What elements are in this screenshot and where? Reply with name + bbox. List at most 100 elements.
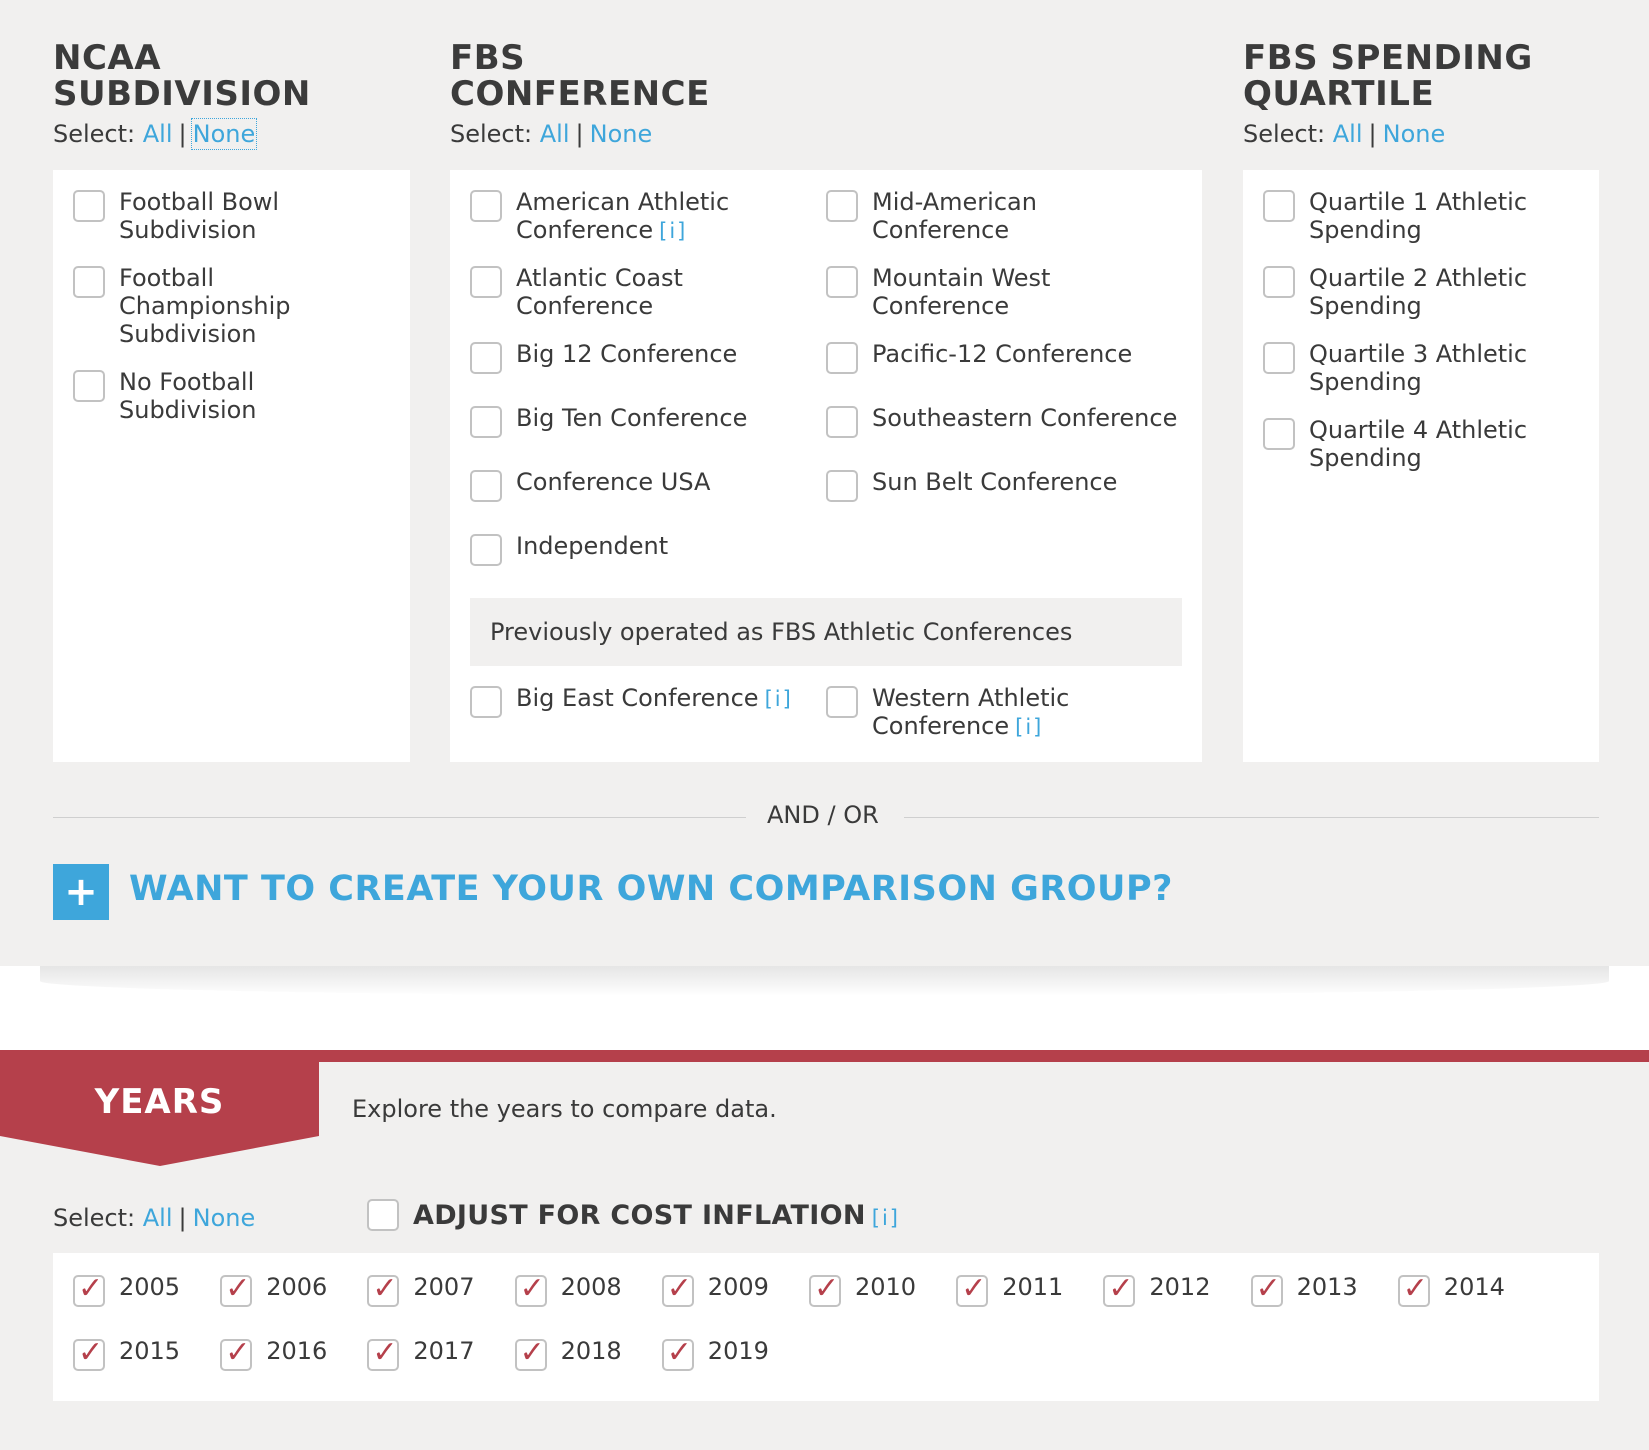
option-label: Conference USA	[516, 468, 711, 496]
conference-option-big-12[interactable]: Big 12 Conference	[470, 340, 737, 374]
year-option[interactable]: 2009	[661, 1271, 769, 1307]
year-checkbox[interactable]	[1103, 1271, 1136, 1307]
year-checkbox[interactable]	[73, 1271, 105, 1307]
year-checkbox[interactable]	[220, 1335, 253, 1371]
year-label: 2011	[1002, 1273, 1064, 1301]
option-label: Big 12 Conference	[516, 340, 738, 368]
checkbox[interactable]	[73, 190, 105, 222]
year-checkbox[interactable]	[73, 1335, 105, 1371]
select-all-link[interactable]: All	[540, 120, 570, 148]
year-checkbox[interactable]	[1250, 1271, 1283, 1307]
checkbox[interactable]	[73, 266, 105, 298]
separator: |	[575, 120, 584, 148]
year-option[interactable]: 2014	[1397, 1271, 1505, 1307]
year-checkbox[interactable]	[220, 1271, 253, 1307]
year-option[interactable]: 2012	[1103, 1271, 1210, 1307]
checkbox[interactable]	[73, 370, 105, 402]
year-option[interactable]: 2013	[1250, 1271, 1358, 1307]
year-option[interactable]: 2007	[367, 1271, 474, 1307]
year-option[interactable]: 2018	[514, 1335, 622, 1371]
checkbox[interactable]	[470, 534, 502, 566]
divider-line-right	[904, 817, 1599, 818]
plus-icon[interactable]: +	[53, 864, 109, 920]
conference-option-conference-usa[interactable]: Conference USA	[470, 468, 710, 502]
checkbox[interactable]	[826, 190, 858, 222]
checkbox[interactable]	[470, 470, 502, 502]
year-checkbox[interactable]	[367, 1335, 400, 1371]
year-option[interactable]: 2016	[220, 1335, 327, 1371]
select-none-link[interactable]: None	[193, 1204, 256, 1232]
ncaa-option-fcs[interactable]: Football Championship Subdivision	[73, 264, 290, 348]
inflation-checkbox[interactable]	[367, 1199, 399, 1231]
checkbox[interactable]	[826, 686, 858, 718]
year-option[interactable]: 2015	[73, 1335, 181, 1371]
year-checkbox[interactable]	[514, 1335, 547, 1371]
year-label: 2010	[855, 1273, 917, 1301]
conference-option-southeastern[interactable]: Southeastern Conference	[826, 404, 1177, 438]
quartile-option-2[interactable]: Quartile 2 Athletic Spending	[1263, 264, 1527, 320]
info-icon[interactable]: [i]	[1015, 715, 1043, 739]
conference-option-mid-american[interactable]: Mid-American Conference	[826, 188, 1037, 244]
year-label: 2015	[119, 1337, 181, 1365]
select-all-link[interactable]: All	[1333, 120, 1363, 148]
quartile-option-4[interactable]: Quartile 4 Athletic Spending	[1263, 416, 1527, 472]
checkbox[interactable]	[826, 342, 858, 374]
year-checkbox[interactable]	[956, 1271, 989, 1307]
conference-option-atlantic-coast[interactable]: Atlantic Coast Conference	[470, 264, 683, 320]
checkbox[interactable]	[826, 266, 858, 298]
ncaa-option-no-football[interactable]: No Football Subdivision	[73, 368, 257, 424]
checkbox[interactable]	[1263, 418, 1295, 450]
year-option[interactable]: 2006	[220, 1271, 327, 1307]
year-checkbox[interactable]	[661, 1271, 694, 1307]
checkbox[interactable]	[1263, 342, 1295, 374]
year-label: 2019	[707, 1337, 769, 1365]
checkbox[interactable]	[826, 470, 858, 502]
conference-option-american-athletic[interactable]: American Athletic Conference [i]	[470, 188, 729, 245]
checkbox[interactable]	[470, 190, 502, 222]
year-option[interactable]: 2011	[956, 1271, 1064, 1307]
checkbox[interactable]	[470, 342, 502, 374]
conference-option-big-ten[interactable]: Big Ten Conference	[470, 404, 747, 438]
year-option[interactable]: 2017	[367, 1335, 474, 1371]
quartile-option-3[interactable]: Quartile 3 Athletic Spending	[1263, 340, 1527, 396]
year-option[interactable]: 2008	[514, 1271, 622, 1307]
select-none-link[interactable]: None	[1383, 120, 1446, 148]
select-all-link[interactable]: All	[143, 120, 173, 148]
conference-option-sun-belt[interactable]: Sun Belt Conference	[826, 468, 1117, 502]
select-none-link[interactable]: None	[190, 118, 258, 150]
select-none-link[interactable]: None	[590, 120, 653, 148]
info-icon[interactable]: [i]	[659, 219, 687, 243]
ncaa-option-fbs[interactable]: Football Bowl Subdivision	[73, 188, 279, 244]
year-checkbox[interactable]	[367, 1271, 400, 1307]
option-label: Western Athletic Conference [i]	[872, 684, 1070, 740]
checkbox[interactable]	[1263, 266, 1295, 298]
info-icon[interactable]: [i]	[872, 1206, 900, 1230]
option-label: Big Ten Conference	[516, 404, 748, 432]
conference-option-mountain-west[interactable]: Mountain West Conference	[826, 264, 1050, 320]
checkbox[interactable]	[826, 406, 858, 438]
year-checkbox[interactable]	[809, 1271, 841, 1307]
ncaa-title-line1: NCAA	[53, 38, 162, 78]
conference-option-big-east[interactable]: Big East Conference [i]	[470, 684, 793, 718]
year-checkbox[interactable]	[1397, 1271, 1430, 1307]
checkbox[interactable]	[470, 266, 502, 298]
checkbox[interactable]	[470, 406, 502, 438]
conference-option-pacific-12[interactable]: Pacific-12 Conference	[826, 340, 1132, 374]
select-all-link[interactable]: All	[143, 1204, 173, 1232]
year-option[interactable]: 2019	[661, 1335, 769, 1371]
option-label: Football Championship Subdivision	[119, 264, 291, 348]
adjust-inflation-option[interactable]: ADJUST FOR COST INFLATION [i]	[367, 1199, 900, 1231]
year-checkbox[interactable]	[514, 1271, 547, 1307]
conference-option-western-athletic[interactable]: Western Athletic Conference [i]	[826, 684, 1069, 741]
year-option[interactable]: 2010	[809, 1271, 917, 1307]
create-comparison-group-link[interactable]: WANT TO CREATE YOUR OWN COMPARISON GROUP…	[129, 869, 1173, 909]
year-checkbox[interactable]	[661, 1335, 694, 1371]
years-select-row: Select: All | None	[53, 1204, 255, 1232]
info-icon[interactable]: [i]	[765, 687, 793, 711]
conference-option-independent[interactable]: Independent	[470, 532, 668, 566]
checkbox[interactable]	[1263, 190, 1295, 222]
quartile-option-1[interactable]: Quartile 1 Athletic Spending	[1263, 188, 1527, 244]
year-option[interactable]: 2005	[73, 1271, 180, 1307]
quartile-title-line2: QUARTILE	[1243, 74, 1435, 114]
checkbox[interactable]	[470, 686, 502, 718]
